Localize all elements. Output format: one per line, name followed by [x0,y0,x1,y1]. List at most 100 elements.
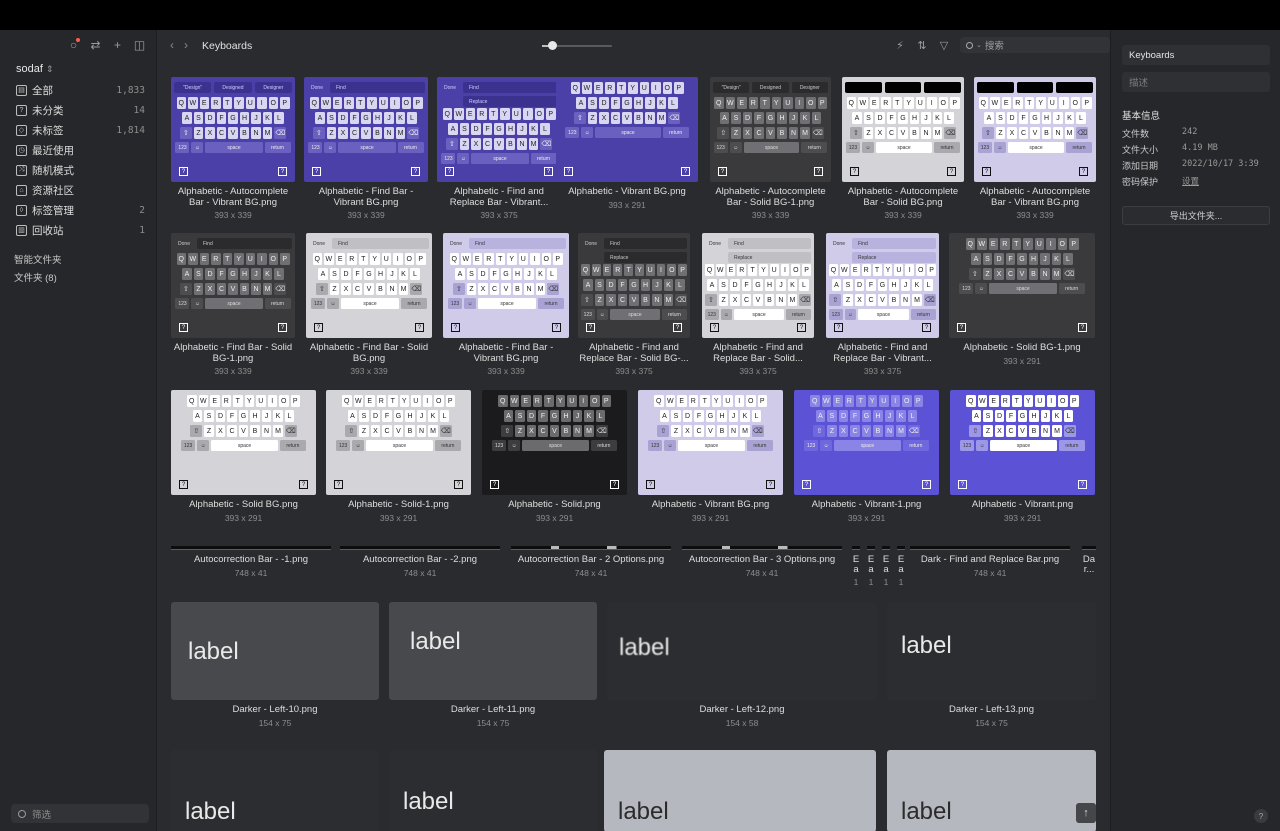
key: A [719,112,730,124]
search-input[interactable]: ⌄ 搜索 [960,37,1110,53]
key: M [740,425,750,437]
export-folder-button[interactable]: 导出文件夹... [1122,206,1270,225]
strip-thumbnail[interactable] [882,546,890,550]
thumbnail[interactable]: Q W E R T Y U I O P A S D F G H J K L ⇧ Z X C V B N M ⌫ 123 ☺ space ret… [482,390,627,495]
key: E [332,97,342,109]
key: U [256,395,266,407]
thumbnail[interactable]: Q W E R T Y U I O P A S D F G H J K L ⇧ Z X C V B N M ⌫ 123 ☺ space ret… [638,390,783,495]
space-key: space [990,440,1057,451]
strip-thumbnail[interactable] [511,546,671,550]
thumbnail[interactable]: Q W E R T Y U I O P A S D F G H J K L ⇧ Z X C V B N M ⌫ 123 ☺ space ret… [556,77,698,182]
space-key: space [834,440,901,451]
key: K [656,97,667,109]
thumbnail[interactable]: Done Find Q W E R T Y U I O P A S D F G H J K L ⇧ Z X C V B N M ⌫ 123 ☺… [443,233,569,338]
strip-thumbnail[interactable] [897,546,905,550]
clock-icon: ◷ [16,144,27,156]
action-icon[interactable]: ⚡ [894,39,906,52]
keyboard: "Design" Designed Designer Q W E R T Y U I O P A S D F G H… [171,77,295,182]
thumbnail[interactable]: label [171,750,379,831]
key: Z [193,283,204,295]
filter-icon[interactable]: ▽ [938,39,950,52]
emoji-key: ☺ [508,440,521,451]
thumbnail[interactable]: label [171,602,379,700]
strip-thumbnail[interactable] [1082,546,1096,550]
thumbnail-grid: "Design" Designed Designer Q W E R T Y U I O P A S D F G H… [158,30,1110,831]
key: P [913,395,923,407]
thumbnail[interactable]: "Design" Designed Designer Q W E R T Y U I O P A S D F G H… [171,77,295,182]
strip-thumbnail[interactable] [682,546,842,550]
sidebar-item[interactable]: ⤨ 随机模式 [0,160,157,180]
key-row: 123 ☺ space return [953,440,1092,451]
thumbnail[interactable]: label [887,750,1096,831]
strip-thumbnail[interactable] [910,546,1070,550]
scroll-top-button[interactable]: ↑ [1076,803,1096,823]
sidebar-item[interactable]: ◊ 标签管理 2 [0,200,157,220]
thumbnail[interactable]: Q W E R T Y U I O P A S D F G H J K L ⇧ Z X C V B N M ⌫ 123 ☺ space ret… [974,77,1096,182]
thumbnail[interactable]: Done Find Q W E R T Y U I O P A S D F G H J K L ⇧ Z X C V B N M ⌫ 123 ☺… [306,233,432,338]
folders-heading[interactable]: 文件夹 (8) [14,270,57,284]
key-row: ⇧ Z X C V B N M ⌫ [641,425,780,437]
replace-field: Replace [604,252,687,263]
key: S [515,410,525,422]
file-dimensions: 748 x 41 [403,568,437,578]
key: L [540,123,550,135]
folder-name-field[interactable]: Keyboards [1122,45,1270,65]
shift-key: ⇧ [445,138,458,150]
thumbnail[interactable]: Done Find Replace Q W E R T Y U I O P A S D F G H J K L ⇧ Z X C V B… [578,233,690,338]
thumbnail[interactable]: Done Find Q W E R T Y U I O P A S D F G H J K L ⇧ Z X C V B N M ⌫ 123 ☺… [304,77,428,182]
key: P [950,97,960,109]
description-field[interactable]: 描述 [1122,72,1270,92]
help-icon[interactable]: ? [1254,809,1268,823]
thumbnail[interactable]: Done Find Q W E R T Y U I O P A S D F G H J K L ⇧ Z X C V B N M ⌫ 123 ☺… [171,233,295,338]
thumbnail[interactable]: Q W E R T Y U I O P A S D F G H J K L ⇧ Z X C V B N M ⌫ 123 ☺ space ret… [794,390,939,495]
key: S [359,410,369,422]
key: K [528,123,539,135]
mic-key: ? [766,480,775,489]
key-row: 123 ☺ space return [174,440,313,451]
sidebar-item[interactable]: ? 未分类 14 [0,100,157,120]
sidebar-item[interactable]: ▥ 回收站 1 [0,220,157,240]
thumbnail[interactable]: label [887,602,1096,700]
key: G [361,112,371,124]
thumbnail[interactable]: Q W E R T Y U I O P A S D F G H J K L ⇧ Z X C V B N M ⌫ 123 ☺ space ret… [842,77,964,182]
thumbnail[interactable]: "Design" Designed Designer Q W E R T Y U I O P A S D F G H… [710,77,831,182]
key: D [730,279,740,291]
thumbnail[interactable]: Q W E R T Y U I O P A S D F G H J K L ⇧ Z X C V B N M ⌫ 123 ☺ space ret… [326,390,471,495]
filter-input[interactable]: 筛选 [11,804,149,823]
library-switcher[interactable]: sodaf ⇕ [16,63,53,75]
sidebar-toggle-icon[interactable]: ◫ [133,38,146,52]
thumbnail[interactable]: label [389,602,597,700]
thumbnail[interactable]: label [604,750,876,831]
thumbnail[interactable]: label [607,602,877,700]
back-icon[interactable]: ‹ [170,38,174,52]
forward-icon[interactable]: › [184,38,188,52]
smart-folders-heading[interactable]: 智能文件夹 [14,252,62,266]
strip-thumbnail[interactable] [852,546,860,550]
thumbnail-size-slider[interactable] [542,41,612,50]
sidebar-item[interactable]: ⌂ 资源社区 [0,180,157,200]
key: M [428,425,438,437]
suggestion-slot [924,82,962,93]
thumbnail[interactable]: Done Find Replace Q W E R T Y U I O P A S D F G H J K L ⇧ Z X C V B… [826,233,939,338]
thumbnail[interactable]: Done Find Replace Q W E R T Y U I O P A S D F G H J K L ⇧ Z X C V B… [702,233,814,338]
sidebar-item[interactable]: ◇ 未标签 1,814 [0,120,157,140]
sort-icon[interactable]: ⇅ [916,39,928,52]
thumbnail[interactable]: Q W E R T Y U I O P A S D F G H J K L ⇧ Z X C V B N M ⌫ 123 ☺ space ret… [171,390,316,495]
suggestion: Designer [254,82,292,93]
info-key: 密码保护 [1122,177,1159,187]
slider-knob[interactable] [548,41,557,50]
file-name: Alphabetic - Vibrant BG.png [651,499,770,510]
sidebar-item[interactable]: ◷ 最近使用 [0,140,157,160]
sync-icon[interactable]: ⇄ [89,38,102,52]
thumbnail[interactable]: Q W E R T Y U I O P A S D F G H J K L ⇧ Z X C V B N M ⌫ 123 ☺ space ret… [950,390,1095,495]
strip-thumbnail[interactable] [171,546,331,550]
add-icon[interactable]: + [111,38,124,52]
strip-thumbnail[interactable] [340,546,500,550]
thumbnail[interactable]: Q W E R T Y U I O P A S D F G H J K L ⇧ Z X C V B N M ⌫ 123 ☺ space ret… [949,233,1095,338]
bell-icon[interactable]: ○ [67,38,80,52]
sidebar-item[interactable]: ▤ 全部 1,833 [0,80,157,100]
thumbnail[interactable]: label [389,750,597,831]
thumbnail[interactable]: Done Find Replace Q W E R T Y U I O P A S D F G H J K L ⇧ Z X C V B… [437,77,561,182]
password-set-link[interactable]: 设置 [1182,175,1199,188]
strip-thumbnail[interactable] [867,546,875,550]
